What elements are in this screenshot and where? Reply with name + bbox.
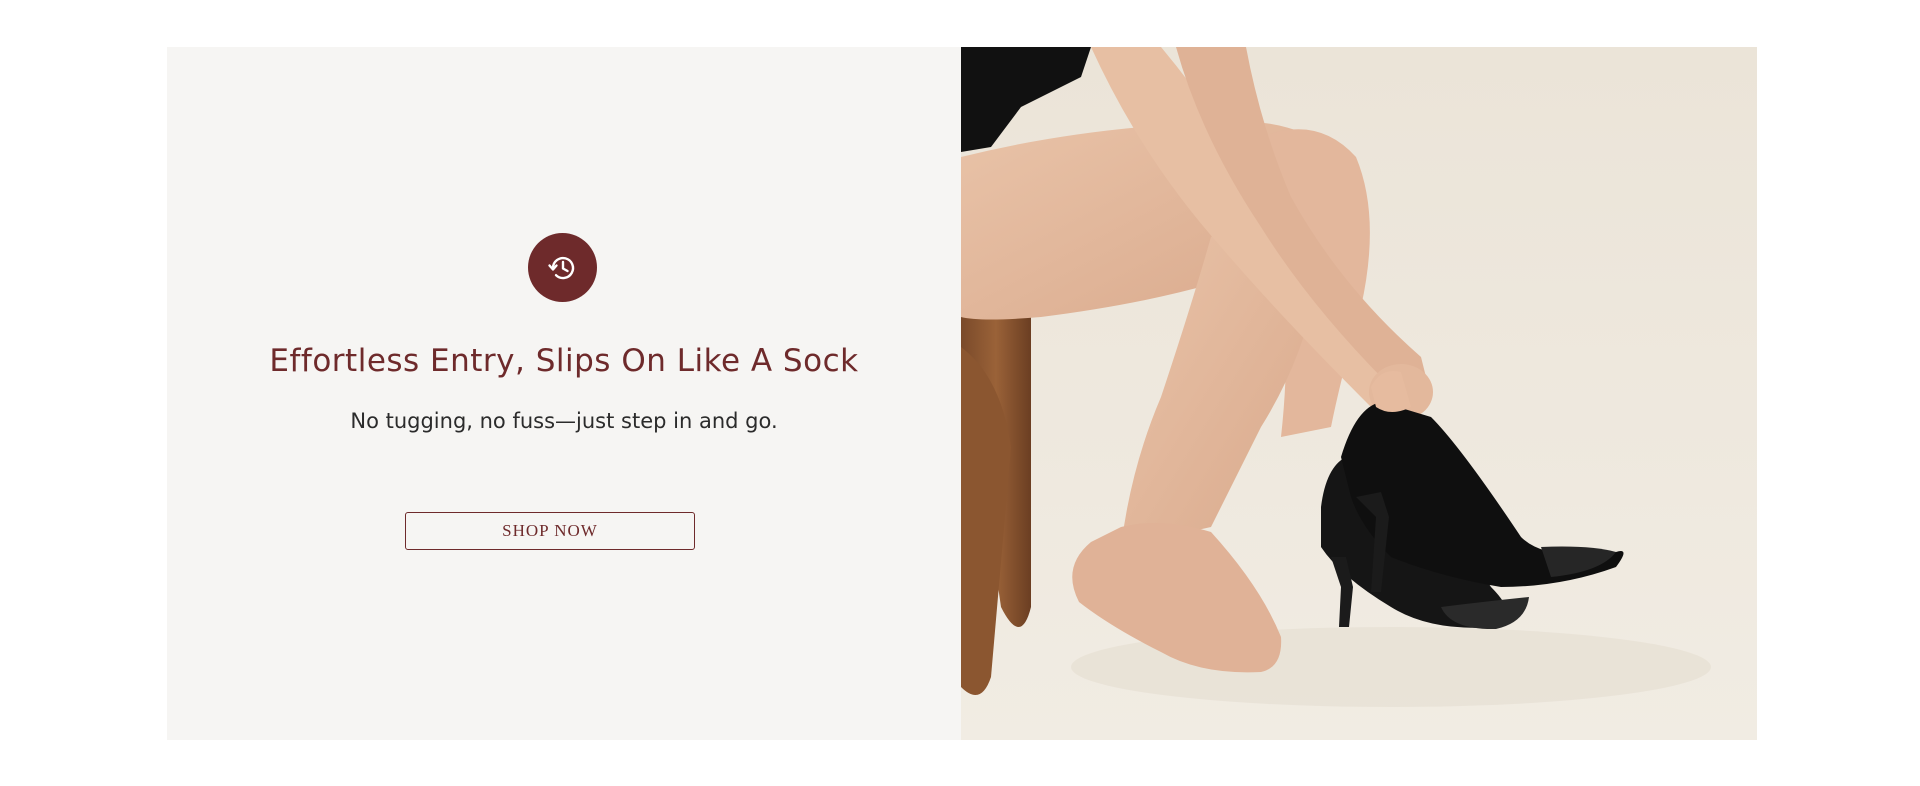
product-photo <box>961 47 1757 740</box>
feature-text-panel: Effortless Entry, Slips On Like A Sock N… <box>167 47 961 740</box>
history-icon <box>528 233 597 302</box>
feature-headline: Effortless Entry, Slips On Like A Sock <box>269 343 859 379</box>
feature-subline: No tugging, no fuss—just step in and go. <box>350 409 778 433</box>
feature-banner: Effortless Entry, Slips On Like A Sock N… <box>167 47 1757 740</box>
shop-now-button[interactable]: SHOP NOW <box>405 512 695 550</box>
